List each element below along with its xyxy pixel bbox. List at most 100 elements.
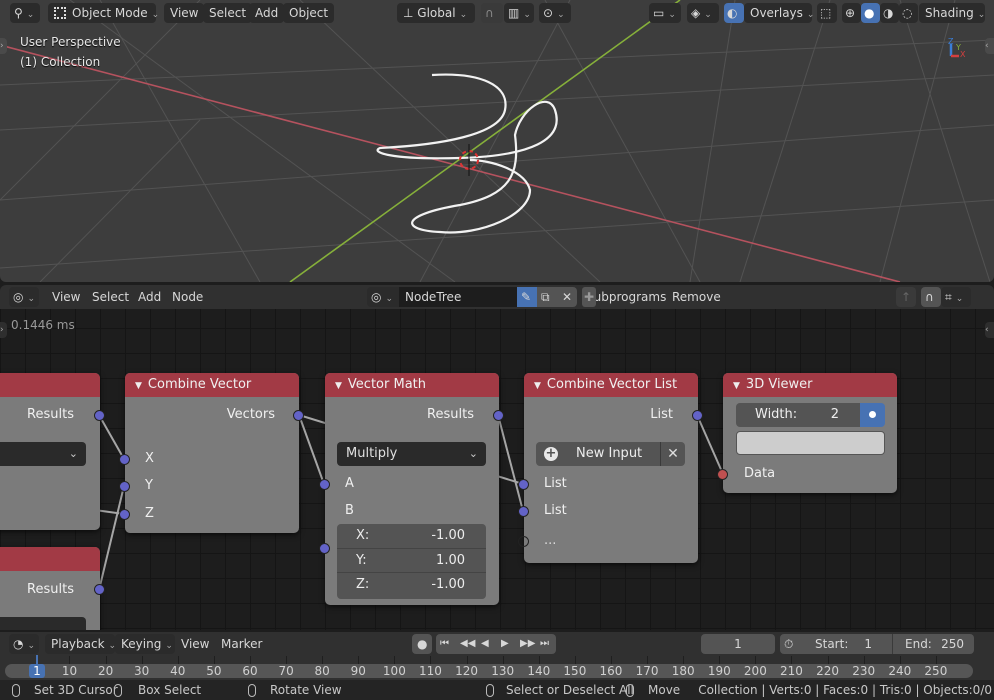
overlays-dropdown[interactable]: Overlays ⌄: [744, 3, 814, 23]
prev-keyframe-button[interactable]: ◀◀: [456, 634, 476, 654]
viewer-toggle[interactable]: [860, 403, 885, 427]
socket-output-results[interactable]: [94, 410, 105, 421]
editor-type-button[interactable]: ⚲ ⌄: [10, 3, 40, 23]
socket-input-z[interactable]: [119, 509, 130, 520]
operation-dropdown[interactable]: Multiply ⌄: [337, 442, 486, 466]
chevron-down-icon: ⌄: [557, 10, 565, 20]
node-vector-math[interactable]: ▼ Vector Math Results Multiply ⌄ A B X: -1.…: [325, 373, 499, 605]
socket-input-list-1[interactable]: [518, 479, 529, 490]
preview-range-toggle[interactable]: ⏱: [780, 634, 800, 654]
socket-input-x[interactable]: [119, 454, 130, 465]
field-label: Y:: [356, 552, 367, 568]
start-frame-field[interactable]: Start: 1: [800, 634, 892, 654]
socket-output-results[interactable]: [94, 584, 105, 595]
scene-statistics: Collection | Verts:0 | Faces:0 | Tris:0 …: [698, 683, 992, 697]
collapse-triangle-icon[interactable]: ▼: [534, 381, 541, 391]
jump-end-button[interactable]: ⏭: [536, 634, 556, 654]
shading-dropdown[interactable]: Shading ⌄: [919, 3, 985, 23]
socket-label-y: Y: [145, 478, 153, 493]
shading-wireframe[interactable]: ⊕: [842, 3, 861, 23]
socket-label-b: B: [345, 503, 354, 518]
record-icon: ●: [417, 637, 428, 651]
node-header[interactable]: [0, 547, 100, 571]
jump-start-button[interactable]: ⏮: [436, 634, 456, 654]
playhead-frame-badge[interactable]: 1: [29, 664, 45, 678]
timeline-menu-marker[interactable]: Marker: [215, 634, 268, 654]
field-value: -1.00: [431, 577, 465, 592]
vector-z-field[interactable]: Z: -1.00: [337, 573, 486, 598]
transform-orientation-dropdown[interactable]: ⊥ Global ⌄: [397, 3, 475, 23]
new-input-button[interactable]: + New Input: [536, 442, 660, 466]
snap-target-dropdown[interactable]: ▥ ⌄: [504, 3, 534, 23]
timeline-menu-view[interactable]: View: [175, 634, 215, 654]
shading-rendered[interactable]: ◌: [899, 3, 918, 23]
start-label: Start:: [815, 637, 849, 651]
material-preview-icon: ◑: [883, 6, 894, 20]
current-frame-field[interactable]: 1: [701, 634, 775, 654]
shading-solid[interactable]: ●: [861, 3, 880, 23]
node-editor[interactable]: ◎ ⌄ View Select Add Node ◎ ⌄ NodeTree ✎ ⧉ …: [0, 285, 994, 630]
end-frame-field[interactable]: End: 250: [892, 634, 974, 654]
timeline-tick-mark: [755, 656, 757, 664]
toolbar-expand-arrow[interactable]: ›: [0, 38, 7, 54]
vector-b-field[interactable]: X: -1.00 Y: 1.00 Z: -1.00: [337, 524, 486, 599]
snap-toggle[interactable]: ∩: [481, 3, 503, 23]
node-header[interactable]: ▼ Vector Math: [325, 373, 499, 397]
node-partial-bottom[interactable]: Results: [0, 547, 100, 630]
node-combine-vector-list[interactable]: ▼ Combine Vector List List + New Input ✕ …: [524, 373, 698, 563]
remove-input-button[interactable]: ✕: [660, 442, 685, 466]
node-dropdown[interactable]: [0, 617, 86, 630]
overlays-toggle[interactable]: ◐: [724, 3, 744, 23]
play-button[interactable]: ▶: [496, 634, 516, 654]
color-field[interactable]: [736, 431, 885, 455]
vector-x-field[interactable]: X: -1.00: [337, 524, 486, 549]
menu-select[interactable]: Select: [203, 3, 253, 23]
menu-object[interactable]: Object: [283, 3, 335, 23]
xray-toggle[interactable]: ⬚: [817, 3, 837, 23]
node-dropdown[interactable]: ⌄: [0, 442, 86, 466]
width-field[interactable]: Width: 2: [736, 403, 860, 427]
keying-menu[interactable]: Keying ⌄: [115, 634, 175, 654]
socket-input-b[interactable]: [319, 543, 330, 554]
node-header[interactable]: [0, 373, 100, 397]
next-keyframe-button[interactable]: ▶▶: [516, 634, 536, 654]
collapse-triangle-icon[interactable]: ▼: [335, 381, 342, 391]
socket-label-vectors: Vectors: [226, 407, 275, 422]
menu-view[interactable]: View: [164, 3, 205, 23]
end-label: End:: [905, 637, 932, 651]
proportional-edit-dropdown[interactable]: ⊙ ⌄: [539, 3, 571, 23]
editor-type-button[interactable]: ◔ ⌄: [9, 634, 39, 654]
sidebar-expand-arrow[interactable]: ‹: [985, 38, 994, 54]
axis-gizmo[interactable]: Z Y X: [948, 37, 966, 59]
timeline-frame-area[interactable]: [0, 656, 994, 664]
socket-input-a[interactable]: [319, 479, 330, 490]
magnet-icon: ∩: [485, 6, 494, 20]
socket-input-data[interactable]: [717, 469, 728, 480]
socket-input-virtual[interactable]: [518, 536, 529, 547]
socket-input-list-2[interactable]: [518, 506, 529, 517]
visibility-dropdown[interactable]: ▭ ⌄: [649, 3, 681, 23]
playback-menu[interactable]: Playback ⌄: [45, 634, 116, 654]
gizmo-dropdown[interactable]: ◈ ⌄: [687, 3, 719, 23]
node-header[interactable]: ▼ Combine Vector: [125, 373, 299, 397]
socket-input-y[interactable]: [119, 481, 130, 492]
node-header[interactable]: ▼ 3D Viewer: [723, 373, 897, 397]
socket-output-vectors[interactable]: [293, 410, 304, 421]
node-3d-viewer[interactable]: ▼ 3D Viewer Width: 2 Data: [723, 373, 897, 493]
node-header[interactable]: ▼ Combine Vector List: [524, 373, 698, 397]
record-button[interactable]: ●: [412, 634, 432, 654]
shading-material[interactable]: ◑: [880, 3, 899, 23]
collapse-triangle-icon[interactable]: ▼: [135, 381, 142, 391]
collapse-triangle-icon[interactable]: ▼: [733, 381, 740, 391]
node-partial-top[interactable]: Results ⌄: [0, 373, 100, 530]
socket-output-results[interactable]: [493, 410, 504, 421]
menu-add[interactable]: Add: [249, 3, 285, 23]
socket-output-list[interactable]: [692, 410, 703, 421]
status-set-cursor: Set 3D Cursor: [34, 683, 118, 697]
mode-selector[interactable]: Object Mode ⌄: [48, 3, 159, 23]
play-reverse-button[interactable]: ◀: [476, 634, 496, 654]
vector-y-field[interactable]: Y: 1.00: [337, 549, 486, 573]
object-visibility-icon: ▭: [653, 6, 665, 20]
node-combine-vector[interactable]: ▼ Combine Vector Vectors X Y Z: [125, 373, 299, 533]
3d-viewport[interactable]: Z Y X ⚲ ⌄ Object Mode ⌄ View Select Add Ob…: [0, 0, 994, 282]
